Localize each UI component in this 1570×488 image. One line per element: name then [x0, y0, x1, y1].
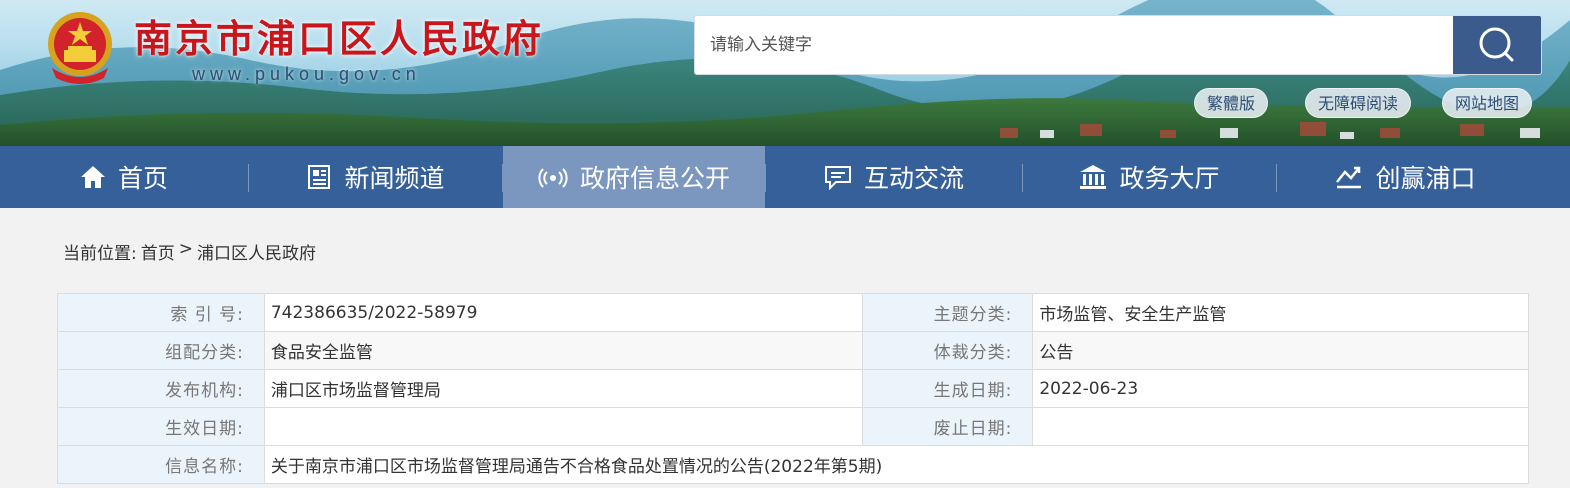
nav-label: 创赢浦口	[1375, 164, 1476, 193]
search-box	[694, 15, 1542, 75]
nav-item-service-hall[interactable]: 政务大厅	[1023, 146, 1276, 208]
traditional-chinese-link[interactable]: 繁體版	[1194, 88, 1269, 118]
group-category-value: 食品安全监管	[263, 331, 864, 370]
broadcast-icon	[538, 168, 568, 188]
search-icon	[1479, 27, 1514, 62]
nav-item-news[interactable]: 新闻频道	[249, 146, 502, 208]
search-input[interactable]	[695, 16, 1453, 74]
sitemap-link[interactable]: 网站地图	[1442, 88, 1533, 118]
main-nav: 首页 新闻频道 政府信息公开 互动交流 政务大厅 创赢浦口	[0, 146, 1570, 208]
expiry-date-label: 废止日期:	[862, 407, 1034, 446]
created-date-label: 生成日期:	[862, 369, 1034, 408]
document-meta-table: 索 引 号: 742386635/2022-58979 主题分类: 市场监管、安…	[57, 293, 1530, 484]
table-row: 组配分类: 食品安全监管 体裁分类: 公告	[57, 331, 1529, 370]
index-number-value: 742386635/2022-58979	[263, 293, 864, 332]
expiry-date-value	[1032, 407, 1529, 446]
chat-icon	[824, 166, 851, 190]
nav-label: 互动交流	[863, 164, 964, 193]
national-emblem-icon	[48, 12, 112, 84]
newspaper-icon	[308, 165, 331, 189]
site-title: 南京市浦口区人民政府	[134, 16, 545, 61]
header-banner: 南京市浦口区人民政府 www.pukou.gov.cn 繁體版 无障碍阅读 网站…	[0, 0, 1570, 146]
breadcrumb: 当前位置: 首页 > 浦口区人民政府	[63, 239, 316, 264]
breadcrumb-prefix: 当前位置:	[63, 244, 137, 264]
nav-label: 首页	[117, 164, 168, 193]
publisher-value: 浦口区市场监督管理局	[263, 369, 864, 408]
index-number-label: 索 引 号:	[57, 293, 265, 332]
effective-date-label: 生效日期:	[57, 407, 265, 446]
growth-icon	[1336, 166, 1362, 189]
created-date-value: 2022-06-23	[1032, 369, 1529, 408]
group-category-label: 组配分类:	[57, 331, 265, 370]
publisher-label: 发布机构:	[57, 369, 265, 408]
nav-label: 新闻频道	[344, 164, 445, 193]
info-title-label: 信息名称:	[57, 445, 265, 484]
building-icon	[1080, 165, 1107, 189]
search-button[interactable]	[1453, 16, 1541, 74]
table-row: 索 引 号: 742386635/2022-58979 主题分类: 市场监管、安…	[57, 293, 1529, 332]
nav-item-home[interactable]: 首页	[0, 146, 248, 208]
breadcrumb-home-link[interactable]: 首页	[141, 239, 175, 264]
breadcrumb-separator: >	[178, 239, 193, 259]
table-row: 发布机构: 浦口区市场监督管理局 生成日期: 2022-06-23	[57, 369, 1529, 408]
nav-item-gov-info[interactable]: 政府信息公开	[503, 146, 765, 208]
nav-item-interaction[interactable]: 互动交流	[766, 146, 1022, 208]
effective-date-value	[263, 407, 864, 446]
genre-category-value: 公告	[1032, 331, 1529, 370]
info-title-value: 关于南京市浦口区市场监督管理局通告不合格食品处置情况的公告(2022年第5期)	[263, 445, 1530, 484]
nav-label: 政府信息公开	[579, 164, 730, 193]
breadcrumb-current-link[interactable]: 浦口区人民政府	[197, 239, 316, 264]
table-row: 生效日期: 废止日期:	[57, 407, 1529, 446]
topic-category-value: 市场监管、安全生产监管	[1032, 293, 1529, 332]
nav-label: 政务大厅	[1119, 164, 1220, 193]
site-url: www.pukou.gov.cn	[192, 64, 421, 84]
table-row: 信息名称: 关于南京市浦口区市场监督管理局通告不合格食品处置情况的公告(2022…	[57, 445, 1530, 484]
nav-item-pukou-win[interactable]: 创赢浦口	[1277, 146, 1534, 208]
accessibility-link[interactable]: 无障碍阅读	[1305, 88, 1412, 118]
topic-category-label: 主题分类:	[862, 293, 1034, 332]
genre-category-label: 体裁分类:	[862, 331, 1034, 370]
home-icon	[80, 166, 105, 188]
